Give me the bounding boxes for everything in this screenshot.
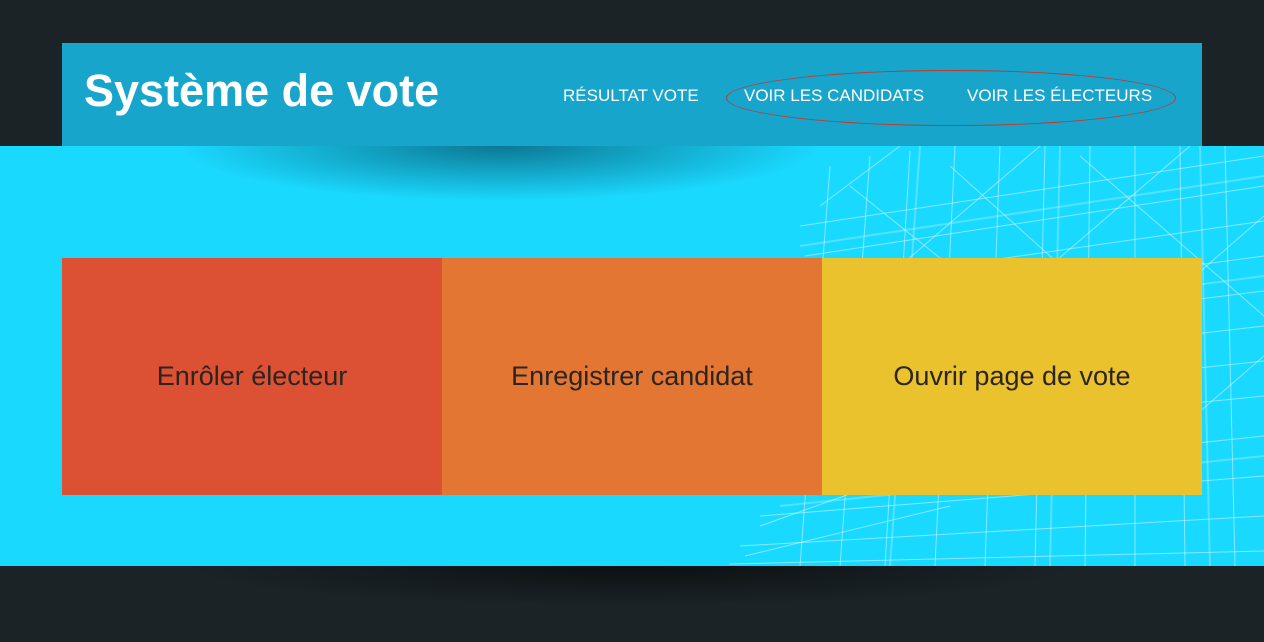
open-vote-page-tile[interactable]: Ouvrir page de vote: [822, 258, 1202, 495]
header-shadow: [150, 146, 850, 206]
register-candidate-tile[interactable]: Enregistrer candidat: [442, 258, 822, 495]
footer-shadow: [180, 566, 1080, 606]
enrol-voter-tile[interactable]: Enrôler électeur: [62, 258, 442, 495]
nav-link-view-candidates[interactable]: VOIR LES CANDIDATS: [744, 85, 924, 107]
site-header: Système de vote RÉSULTAT VOTE VOIR LES C…: [62, 43, 1202, 146]
nav-link-vote-results[interactable]: RÉSULTAT VOTE: [563, 85, 699, 107]
main-nav: RÉSULTAT VOTE VOIR LES CANDIDATS VOIR LE…: [62, 85, 1202, 107]
action-tiles: Enrôler électeur Enregistrer candidat Ou…: [62, 258, 1202, 495]
nav-link-view-voters[interactable]: VOIR LES ÉLECTEURS: [967, 85, 1152, 107]
page: Système de vote RÉSULTAT VOTE VOIR LES C…: [0, 0, 1264, 642]
